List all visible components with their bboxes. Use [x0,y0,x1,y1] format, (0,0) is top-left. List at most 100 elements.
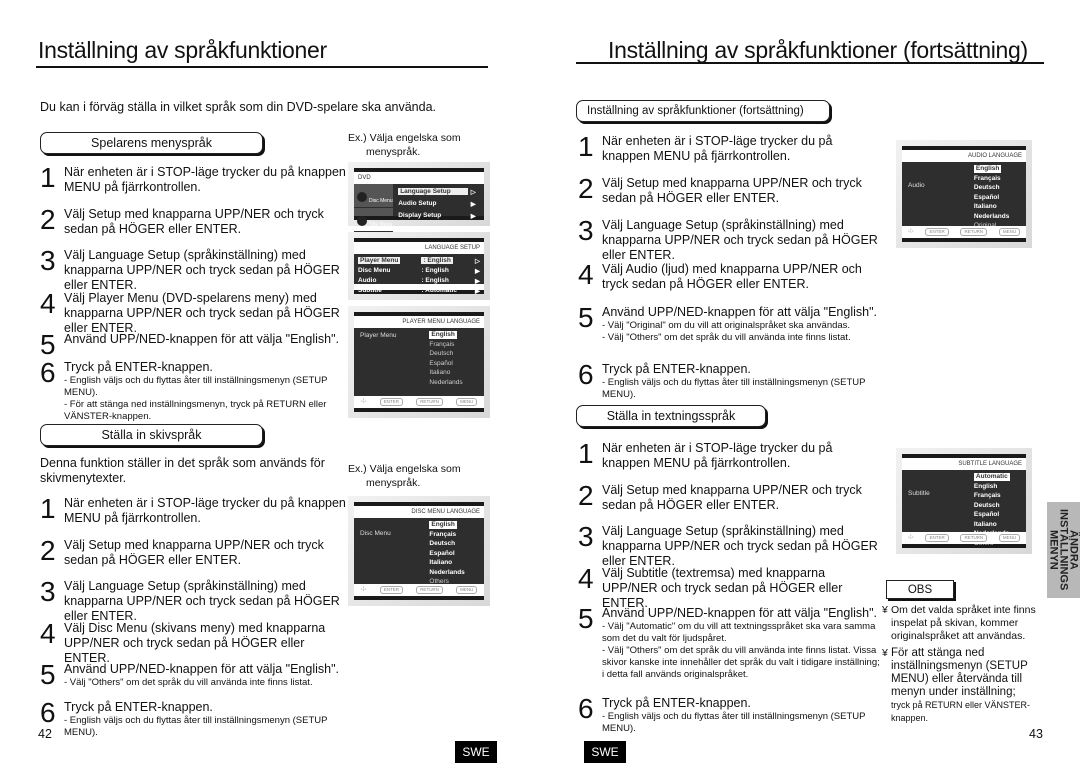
section-side-tab: ÄNDRA INSTÄLLNINGS MENYN [1047,502,1080,598]
osd-setting-value: : English [421,257,472,264]
step-6: 6 Tryck på ENTER-knappen. - English väljs … [40,359,350,423]
step-text: Använd UPP/NED-knappen för att välja "En… [602,606,877,620]
osd-screen: SUBTITLE LANGUAGE Subtitle Automatic Englis… [902,454,1026,548]
step-body: Tryck på ENTER-knappen. - English väljs o… [60,360,350,423]
osd-option-row: Español [974,510,1010,520]
osd-screen: AUDIO LANGUAGE Audio English Français Deutsc… [902,146,1026,242]
step-body: Välj Language Setup (språkinställning) m… [60,248,350,293]
step-body: Använd UPP/NED-knappen för att välja "En… [598,606,883,681]
step-body: Välj Setup med knapparna UPP/NER och try… [60,207,350,237]
osd-side-item: Title Menu [354,208,393,232]
osd-option-row: Nederlands [974,212,1009,222]
osd-side-label: Title Menu [369,222,393,228]
osd-text: : English [421,257,453,264]
step-body: Välj Language Setup (språkinställning) m… [598,218,883,263]
osd-language-option: Nederlands [973,212,1010,220]
step-number: 1 [578,438,594,469]
step-number: 3 [40,245,56,276]
osd-footer-enter-button: ENTER [379,586,403,594]
osd-menu-item: Language Setup ▷ [398,186,480,197]
step-text: Välj Language Setup (språkinställning) m… [602,524,878,568]
osd-menu-item: Display Setup ▶ [398,210,480,221]
osd-option-row: Italiano [429,368,462,378]
osd-language-option: Nederlands [429,378,463,386]
nav-arrows-icon: ◦⁞◦ [360,399,367,405]
step-note: - Välj "Others" om det språk du vill anv… [602,332,851,343]
step-5: 5 Använd UPP/NED-knappen för att välja "E… [578,304,883,344]
example-label: Ex.) Välja engelska som menyspråk. [348,462,461,490]
section-heading-disc-language: Ställa in skivspråk [40,424,263,446]
obs-label: OBS [886,580,954,599]
osd-option-row: Italiano [429,558,464,568]
osd-language-option: Deutsch [973,184,1000,191]
step-text: Använd UPP/NED-knappen för att välja "En… [64,332,339,346]
osd-text: : English [421,267,449,274]
step-3: 3 Välj Language Setup (språkinställning) … [578,215,883,263]
step-3: 3 Välj Language Setup (språkinställning) … [40,578,350,624]
step-number: 1 [40,493,56,524]
step-note: - English väljs och du flyttas åter till… [602,377,866,400]
osd-footer: ◦⁞◦ ENTER RETURN MENU [902,226,1026,238]
step-2: 2 Välj Setup med knapparna UPP/NER och tr… [578,482,883,513]
step-body: Välj Setup med knapparna UPP/NER och try… [598,176,883,206]
example-label: Ex.) Välja engelska som menyspråk. [348,131,461,159]
example-line: Ex.) Välja engelska som [348,463,461,475]
osd-language-option: Nederlands [429,568,465,576]
step-note: - Välj "Others" om det språk du vill anv… [602,645,880,680]
chevron-right-icon: ▷ [475,257,480,265]
nav-arrows-icon: ◦⁞◦ [907,229,914,235]
osd-screen: DVD Disc Menu Title Menu Language Setup ▷… [354,168,484,232]
nav-arrows-icon: ◦⁞◦ [907,535,914,541]
step-number: 5 [578,603,594,634]
step-note: - Välj "Others" om det språk du vill anv… [64,677,313,688]
step-text: Tryck på ENTER-knappen. [602,696,751,710]
osd-option-row: Deutsch [429,539,464,549]
osd-side-item: Disc Menu [354,184,393,208]
osd-footer-enter-button: ENTER [925,228,949,236]
step-1: 1 När enheten är i STOP-läge trycker du p… [578,133,883,164]
page-number-left: 42 [38,727,52,741]
osd-menu-item: Audio Setup ▶ [398,198,480,209]
osd-option-row: Nederlands [429,568,464,578]
osd-language-option: Français [973,492,1001,499]
step-body: Använd UPP/NED-knappen för att välja "En… [60,332,339,358]
step-number: 4 [578,259,594,290]
osd-menu-item-label: Display Setup [398,212,442,219]
osd-option-row: Español [974,193,1009,203]
step-6: 6 Tryck på ENTER-knappen. - English väljs … [40,699,350,739]
page-number-right: 43 [1029,727,1043,741]
osd-language-option: Italiano [973,520,997,528]
osd-screen: LANGUAGE SETUP Player Menu: English ▷ Disc… [354,238,484,295]
osd-setup-menu: DVD Disc Menu Title Menu Language Setup ▷… [348,162,490,232]
osd-footer-return-button: RETURN [960,228,988,236]
osd-language-list: English Français Deutsch Español Italiano Ned… [429,520,465,587]
step-text: Använd UPP/NED-knappen för att välja "En… [64,662,339,676]
osd-text: Audio [358,277,377,284]
step-number: 3 [578,215,594,246]
osd-footer-enter-button: ENTER [379,398,403,406]
osd-header: AUDIO LANGUAGE [902,150,1026,162]
step-text: Välj Language Setup (språkinställning) m… [64,579,340,623]
left-intro: Du kan i förväg ställa in vilket språk s… [40,100,437,114]
osd-option-row: English [429,520,464,530]
osd-screen: PLAYER MENU LANGUAGE Player Menu English Fr… [354,312,484,412]
osd-setting-value: : English [421,267,472,274]
osd-language-setup: LANGUAGE SETUP Player Menu: English ▷ Disc… [348,232,490,300]
osd-item-label: Audio [908,182,925,189]
section-heading-audio: Inställning av språkfunktioner (fortsätt… [576,100,830,122]
language-tag-left: SWE [455,741,497,763]
osd-footer [354,284,484,290]
step-5: 5 Använd UPP/NED-knappen för att välja "E… [40,331,350,359]
step-body: Välj Language Setup (språkinställning) m… [60,579,350,624]
osd-language-option: Deutsch [973,501,1000,509]
step-4: 4 Välj Audio (ljud) med knapparna UPP/NER… [578,259,883,292]
step-body: När enheten är i STOP-läge trycker du på… [60,165,350,195]
example-line: menyspråk. [366,146,421,158]
osd-language-option: Español [429,359,453,367]
step-text: Välj Disc Menu (skivans meny) med knappa… [64,621,326,665]
step-4: 4 Välj Subtitle (textremsa) med knapparna… [578,565,883,611]
step-note: - English väljs och du flyttas åter till… [64,375,328,398]
osd-menu-item-label: Audio Setup [398,200,437,207]
step-5: 5 Använd UPP/NED-knappen för att välja "E… [40,661,350,689]
osd-option-row: Français [974,174,1009,184]
